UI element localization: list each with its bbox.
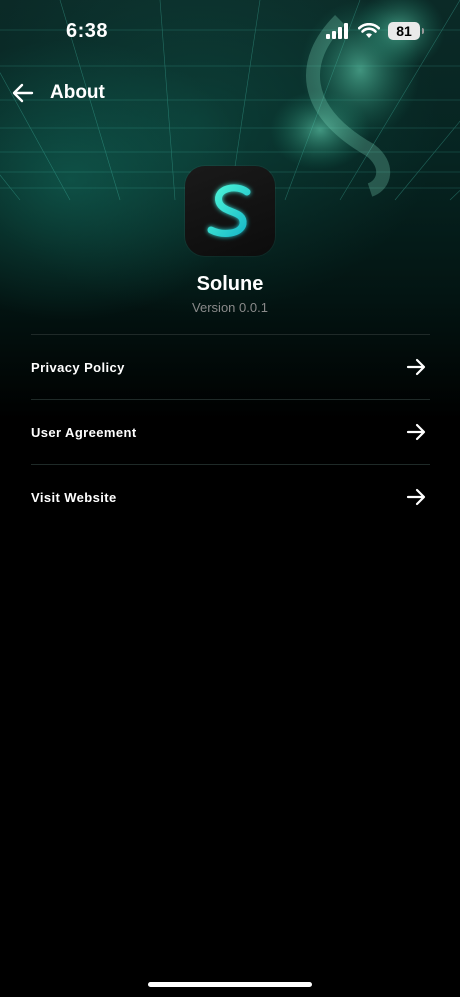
app-version: Version 0.0.1 (192, 300, 268, 315)
header: About (0, 74, 460, 114)
app-name: Solune (196, 273, 264, 295)
status-time: 6:38 (66, 20, 109, 42)
signal-icon (326, 23, 348, 39)
menu-item-user-agreement[interactable]: User Agreement (31, 399, 430, 464)
solune-logo-icon (185, 166, 275, 256)
back-button[interactable] (8, 78, 38, 108)
battery-icon: 81 (388, 22, 424, 40)
arrow-right-icon (405, 486, 427, 508)
menu-item-privacy-policy[interactable]: Privacy Policy (31, 334, 430, 399)
page-title: About (50, 82, 105, 103)
about-menu: Privacy Policy User Agreement Visit Webs… (31, 334, 430, 529)
arrow-right-icon (405, 356, 427, 378)
status-icons: 81 (326, 22, 424, 40)
arrow-left-icon (12, 83, 34, 103)
menu-item-label: Privacy Policy (31, 359, 125, 375)
status-bar: 6:38 81 (0, 0, 460, 64)
arrow-right-icon (405, 421, 427, 443)
menu-item-label: User Agreement (31, 424, 137, 440)
home-indicator[interactable] (148, 982, 312, 987)
menu-item-label: Visit Website (31, 489, 117, 505)
menu-item-visit-website[interactable]: Visit Website (31, 464, 430, 529)
battery-level: 81 (396, 23, 412, 39)
wifi-icon (358, 23, 380, 38)
